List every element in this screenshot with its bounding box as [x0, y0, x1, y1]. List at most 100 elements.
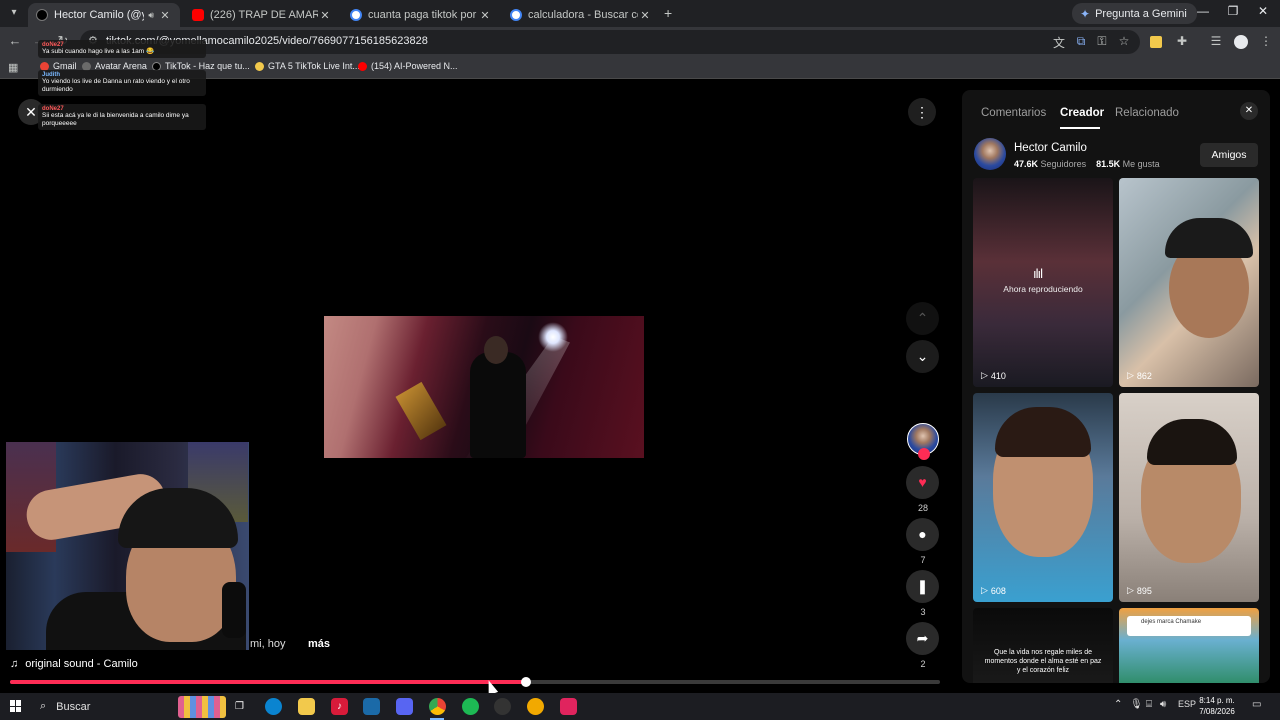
tab-relacionado[interactable]: Relacionado [1115, 107, 1179, 119]
followers-label: Seguidores [1040, 159, 1087, 169]
music-note-icon: ♫ [10, 658, 19, 670]
creator-avatar[interactable] [907, 423, 939, 460]
play-icon: ▷ [981, 370, 988, 380]
volume-icon[interactable]: 🔊︎ [1160, 699, 1166, 710]
likes-label: Me gusta [1122, 159, 1160, 169]
google-favicon-icon [350, 9, 362, 21]
save-button[interactable]: ❚ [906, 570, 939, 603]
extension-icon[interactable] [1150, 36, 1162, 48]
reading-list-icon[interactable]: ☰ [1208, 34, 1224, 48]
caption-more-link[interactable]: más [308, 638, 330, 650]
file-explorer-icon[interactable] [298, 698, 315, 715]
microphone-icon[interactable]: 🎙︎ [1130, 699, 1143, 710]
search-icon: ⌕ [40, 700, 47, 712]
close-tab-icon[interactable]: ✕ [318, 9, 332, 22]
now-playing-label: Ahora reproduciendo [1003, 284, 1083, 294]
windows-taskbar: ⌕ Buscar ❐ ♪ ⌃ 🎙︎ ⌸ 🔊︎ ESP 8:14 p. m. 7/… [0, 693, 1280, 720]
chat-message: doNe27 Sii esta acá ya le di la bienveni… [38, 104, 206, 130]
tab-search-icon[interactable]: ▾ [6, 5, 22, 21]
video-thumbnail[interactable]: ▷ 608 [973, 393, 1113, 602]
show-hidden-icons[interactable]: ⌃ [1114, 699, 1122, 710]
translate-icon[interactable]: 文 [1051, 34, 1067, 51]
ask-gemini-button[interactable]: ✦ Pregunta a Gemini [1072, 3, 1197, 24]
extensions-puzzle-icon[interactable]: ✚ [1174, 34, 1190, 48]
previous-video-button[interactable]: ⌃ [906, 302, 939, 335]
close-tab-icon[interactable]: ✕ [638, 9, 652, 22]
minimize-button[interactable]: — [1188, 4, 1218, 18]
password-key-icon[interactable]: ⚿ [1094, 34, 1110, 49]
language-indicator[interactable]: ESP [1178, 699, 1196, 709]
close-tab-icon[interactable]: ✕ [158, 9, 172, 22]
tiktok-live-icon[interactable]: ♪ [331, 698, 348, 715]
video-thumbnail[interactable]: Que la vida nos regale miles de momentos… [973, 608, 1113, 683]
taskbar-search[interactable]: ⌕ Buscar [32, 693, 172, 720]
bookmark-youtube[interactable]: (154) AI-Powered N... [358, 61, 458, 71]
view-count: ▷ 895 [1127, 585, 1152, 596]
obs-icon[interactable] [494, 698, 511, 715]
notifications-icon[interactable]: ▭ [1252, 699, 1261, 710]
video-performer [470, 352, 526, 458]
close-panel-button[interactable]: ✕ [1240, 102, 1258, 120]
video-player[interactable] [310, 316, 644, 458]
comment-button[interactable]: ● [906, 518, 939, 551]
profile-avatar[interactable] [1234, 35, 1248, 49]
video-progress-bar[interactable] [10, 677, 940, 687]
coin-app-icon[interactable] [527, 698, 544, 715]
chrome-icon[interactable] [429, 698, 446, 715]
youtube-icon [358, 61, 367, 71]
creator-profile-avatar[interactable] [974, 138, 1006, 170]
sound-link[interactable]: ♫ original sound - Camilo [10, 658, 138, 670]
tab-title: cuanta paga tiktok por cada 1000 vistas [368, 9, 478, 21]
more-options-button[interactable]: ⋮ [908, 98, 936, 126]
next-video-button[interactable]: ⌄ [906, 340, 939, 373]
streaming-app-icon[interactable] [560, 698, 577, 715]
restore-button[interactable]: ❐ [1218, 4, 1248, 18]
task-view-icon[interactable]: ❐ [231, 698, 248, 715]
spotify-icon[interactable] [462, 698, 479, 715]
friends-button[interactable]: Amigos [1200, 143, 1258, 167]
video-thumbnail[interactable]: ılıl Ahora reproduciendo ▷ 410 [973, 178, 1113, 387]
follow-plus-icon[interactable] [918, 448, 930, 460]
chat-text: Ya subi cuando hago live a las 1am 😂 [42, 48, 155, 55]
apps-grid-icon[interactable]: ▦ [8, 61, 18, 74]
search-highlight-image[interactable] [178, 696, 226, 718]
close-window-button[interactable]: ✕ [1248, 4, 1278, 18]
likes-total: 81.5K [1096, 159, 1121, 169]
creator-name[interactable]: Hector Camilo [1014, 142, 1087, 154]
tab-comentarios[interactable]: Comentarios [981, 107, 1046, 119]
active-tab-indicator [1060, 127, 1100, 129]
address-bar[interactable]: ⚙ tiktok.com/@yomellamocamilo2025/video/… [80, 30, 1140, 54]
tab-creador[interactable]: Creador [1060, 107, 1104, 119]
like-button[interactable]: ♥ [906, 466, 939, 499]
edge-icon[interactable] [265, 698, 282, 715]
youtube-favicon-icon [192, 9, 204, 21]
chat-text: Yo viendo los live de Danna un rato vien… [42, 78, 190, 93]
video-thumbnail[interactable]: ▷ 862 [1119, 178, 1259, 387]
search-label: Buscar [56, 700, 91, 713]
start-button[interactable] [10, 700, 22, 712]
new-tab-button[interactable]: + [664, 5, 672, 21]
video-thumbnail[interactable]: ▷ 895 [1119, 393, 1259, 602]
network-icon[interactable]: ⌸ [1146, 699, 1152, 710]
bookmark-gta5[interactable]: GTA 5 TikTok Live Int... [255, 61, 360, 71]
followers-count: 47.6K [1014, 159, 1039, 169]
gta5-icon [255, 61, 264, 71]
system-clock[interactable]: 8:14 p. m. 7/08/2026 [1196, 695, 1238, 717]
tab-google-search-2[interactable]: calculadora - Buscar con Google ✕ [502, 3, 660, 27]
tab-google-search-1[interactable]: cuanta paga tiktok por cada 1000 vistas … [342, 3, 500, 27]
progress-fill [10, 680, 527, 684]
chrome-menu-icon[interactable]: ⋮ [1258, 34, 1274, 48]
bookmark-star-icon[interactable]: ☆ [1116, 34, 1132, 48]
steam-icon[interactable] [363, 698, 380, 715]
back-button[interactable]: ← [6, 33, 24, 48]
close-tab-icon[interactable]: ✕ [478, 9, 492, 22]
install-app-icon[interactable]: ⧉ [1073, 34, 1089, 49]
video-caption: mi, hoy [250, 638, 286, 650]
thumbnail-caption: dejes marca Chamake [1141, 619, 1202, 625]
share-button[interactable]: ➦ [906, 622, 939, 655]
audio-playing-icon[interactable]: 🔊︎ [148, 10, 154, 21]
tab-tiktok[interactable]: Hector Camilo (@yomellamocamilo2025) 🔊︎ … [28, 3, 180, 27]
discord-icon[interactable] [396, 698, 413, 715]
video-thumbnail[interactable]: dejes marca Chamake [1119, 608, 1259, 683]
tab-youtube[interactable]: (226) TRAP DE AMARELLA (VIDEO OFICIAL) ✕ [184, 3, 340, 27]
